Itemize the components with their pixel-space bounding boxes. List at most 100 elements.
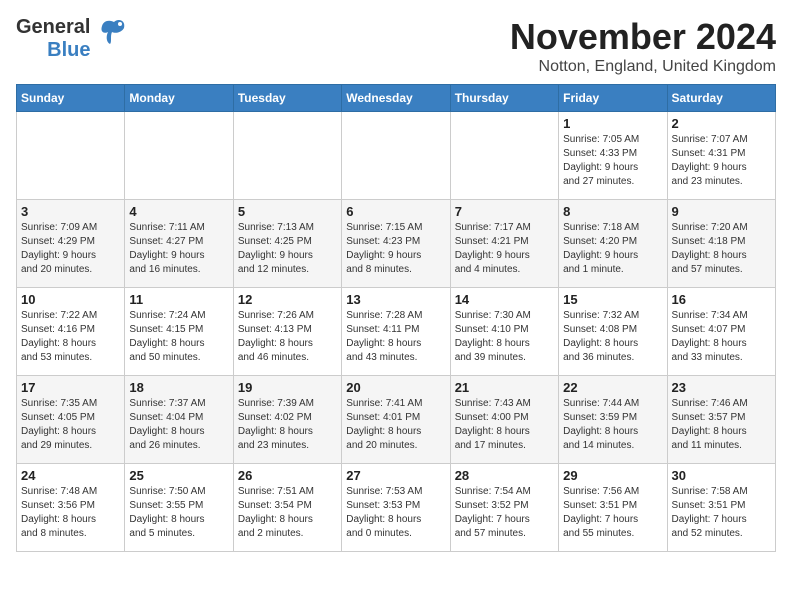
day-number: 9 [672,204,771,219]
day-cell: 30Sunrise: 7:58 AM Sunset: 3:51 PM Dayli… [667,464,775,552]
calendar-body: 1 Sunrise: 7:05 AM Sunset: 4:33 PM Daylig… [17,112,776,552]
day-number: 18 [129,380,228,395]
day-info: Sunrise: 7:15 AM Sunset: 4:23 PM Dayligh… [346,221,445,277]
day-cell: 18 Sunrise: 7:37 AM Sunset: 4:04 PM Dayli… [125,376,233,464]
day-cell: 25 Sunrise: 7:50 AM Sunset: 3:55 PM Dayli… [125,464,233,552]
day-info: Sunrise: 7:48 AM Sunset: 3:56 PM Dayligh… [21,485,120,541]
day-cell [17,112,125,200]
logo-general: General [16,16,90,39]
day-cell: 23 Sunrise: 7:46 AM Sunset: 3:57 PM Dayli… [667,376,775,464]
day-cell: 19 Sunrise: 7:39 AM Sunset: 4:02 PM Dayli… [233,376,341,464]
day-cell: 28 Sunrise: 7:54 AM Sunset: 3:52 PM Dayli… [450,464,558,552]
day-number: 19 [238,380,337,395]
day-cell: 12 Sunrise: 7:26 AM Sunset: 4:13 PM Dayli… [233,288,341,376]
header-day-saturday: Saturday [667,85,775,112]
day-number: 6 [346,204,445,219]
day-info: Sunrise: 7:53 AM Sunset: 3:53 PM Dayligh… [346,485,445,541]
day-number: 23 [672,380,771,395]
day-info: Sunrise: 7:44 AM Sunset: 3:59 PM Dayligh… [563,397,662,453]
week-row-1: 1 Sunrise: 7:05 AM Sunset: 4:33 PM Daylig… [17,112,776,200]
day-info: Sunrise: 7:05 AM Sunset: 4:33 PM Dayligh… [563,133,662,189]
header-day-wednesday: Wednesday [342,85,450,112]
day-number: 3 [21,204,120,219]
day-info: Sunrise: 7:51 AM Sunset: 3:54 PM Dayligh… [238,485,337,541]
logo-bird-icon [96,14,132,57]
day-info: Sunrise: 7:58 AM Sunset: 3:51 PM Dayligh… [672,485,771,541]
day-info: Sunrise: 7:26 AM Sunset: 4:13 PM Dayligh… [238,309,337,365]
day-cell: 1 Sunrise: 7:05 AM Sunset: 4:33 PM Daylig… [559,112,667,200]
day-number: 15 [563,292,662,307]
day-info: Sunrise: 7:54 AM Sunset: 3:52 PM Dayligh… [455,485,554,541]
day-info: Sunrise: 7:13 AM Sunset: 4:25 PM Dayligh… [238,221,337,277]
day-number: 16 [672,292,771,307]
day-number: 1 [563,116,662,131]
day-number: 27 [346,468,445,483]
calendar-header: SundayMondayTuesdayWednesdayThursdayFrid… [17,85,776,112]
day-cell: 22Sunrise: 7:44 AM Sunset: 3:59 PM Dayli… [559,376,667,464]
day-info: Sunrise: 7:39 AM Sunset: 4:02 PM Dayligh… [238,397,337,453]
day-cell: 5 Sunrise: 7:13 AM Sunset: 4:25 PM Daylig… [233,200,341,288]
day-info: Sunrise: 7:24 AM Sunset: 4:15 PM Dayligh… [129,309,228,365]
day-cell [125,112,233,200]
logo: General Blue [16,16,132,62]
day-cell: 13Sunrise: 7:28 AM Sunset: 4:11 PM Dayli… [342,288,450,376]
header-day-friday: Friday [559,85,667,112]
month-title: November 2024 [510,16,776,58]
day-info: Sunrise: 7:50 AM Sunset: 3:55 PM Dayligh… [129,485,228,541]
day-number: 14 [455,292,554,307]
calendar-table: SundayMondayTuesdayWednesdayThursdayFrid… [16,84,776,552]
day-info: Sunrise: 7:34 AM Sunset: 4:07 PM Dayligh… [672,309,771,365]
day-cell [342,112,450,200]
page-header: General Blue November 2024 Notton, Engla… [16,16,776,76]
day-number: 29 [563,468,662,483]
day-number: 10 [21,292,120,307]
header-day-sunday: Sunday [17,85,125,112]
day-info: Sunrise: 7:41 AM Sunset: 4:01 PM Dayligh… [346,397,445,453]
day-info: Sunrise: 7:32 AM Sunset: 4:08 PM Dayligh… [563,309,662,365]
day-cell: 2 Sunrise: 7:07 AM Sunset: 4:31 PM Daylig… [667,112,775,200]
header-day-tuesday: Tuesday [233,85,341,112]
day-info: Sunrise: 7:17 AM Sunset: 4:21 PM Dayligh… [455,221,554,277]
day-info: Sunrise: 7:37 AM Sunset: 4:04 PM Dayligh… [129,397,228,453]
day-cell: 9 Sunrise: 7:20 AM Sunset: 4:18 PM Daylig… [667,200,775,288]
day-cell: 24 Sunrise: 7:48 AM Sunset: 3:56 PM Dayli… [17,464,125,552]
day-cell: 14Sunrise: 7:30 AM Sunset: 4:10 PM Dayli… [450,288,558,376]
day-cell [450,112,558,200]
day-cell [233,112,341,200]
day-cell: 7Sunrise: 7:17 AM Sunset: 4:21 PM Daylig… [450,200,558,288]
day-info: Sunrise: 7:56 AM Sunset: 3:51 PM Dayligh… [563,485,662,541]
day-cell: 11 Sunrise: 7:24 AM Sunset: 4:15 PM Dayli… [125,288,233,376]
day-cell: 4Sunrise: 7:11 AM Sunset: 4:27 PM Daylig… [125,200,233,288]
day-number: 5 [238,204,337,219]
day-number: 25 [129,468,228,483]
week-row-2: 3 Sunrise: 7:09 AM Sunset: 4:29 PM Daylig… [17,200,776,288]
day-info: Sunrise: 7:20 AM Sunset: 4:18 PM Dayligh… [672,221,771,277]
day-info: Sunrise: 7:35 AM Sunset: 4:05 PM Dayligh… [21,397,120,453]
header-row: SundayMondayTuesdayWednesdayThursdayFrid… [17,85,776,112]
day-number: 13 [346,292,445,307]
day-info: Sunrise: 7:18 AM Sunset: 4:20 PM Dayligh… [563,221,662,277]
day-number: 4 [129,204,228,219]
header-day-thursday: Thursday [450,85,558,112]
day-info: Sunrise: 7:46 AM Sunset: 3:57 PM Dayligh… [672,397,771,453]
day-number: 24 [21,468,120,483]
title-block: November 2024 Notton, England, United Ki… [510,16,776,76]
day-cell: 10 Sunrise: 7:22 AM Sunset: 4:16 PM Dayli… [17,288,125,376]
day-number: 8 [563,204,662,219]
day-number: 12 [238,292,337,307]
day-info: Sunrise: 7:09 AM Sunset: 4:29 PM Dayligh… [21,221,120,277]
day-cell: 3 Sunrise: 7:09 AM Sunset: 4:29 PM Daylig… [17,200,125,288]
day-info: Sunrise: 7:07 AM Sunset: 4:31 PM Dayligh… [672,133,771,189]
day-cell: 27 Sunrise: 7:53 AM Sunset: 3:53 PM Dayli… [342,464,450,552]
day-cell: 17Sunrise: 7:35 AM Sunset: 4:05 PM Dayli… [17,376,125,464]
day-info: Sunrise: 7:43 AM Sunset: 4:00 PM Dayligh… [455,397,554,453]
day-number: 11 [129,292,228,307]
day-cell: 26 Sunrise: 7:51 AM Sunset: 3:54 PM Dayli… [233,464,341,552]
day-cell: 21Sunrise: 7:43 AM Sunset: 4:00 PM Dayli… [450,376,558,464]
day-number: 26 [238,468,337,483]
week-row-5: 24 Sunrise: 7:48 AM Sunset: 3:56 PM Dayli… [17,464,776,552]
day-number: 2 [672,116,771,131]
day-info: Sunrise: 7:22 AM Sunset: 4:16 PM Dayligh… [21,309,120,365]
day-number: 28 [455,468,554,483]
day-number: 20 [346,380,445,395]
